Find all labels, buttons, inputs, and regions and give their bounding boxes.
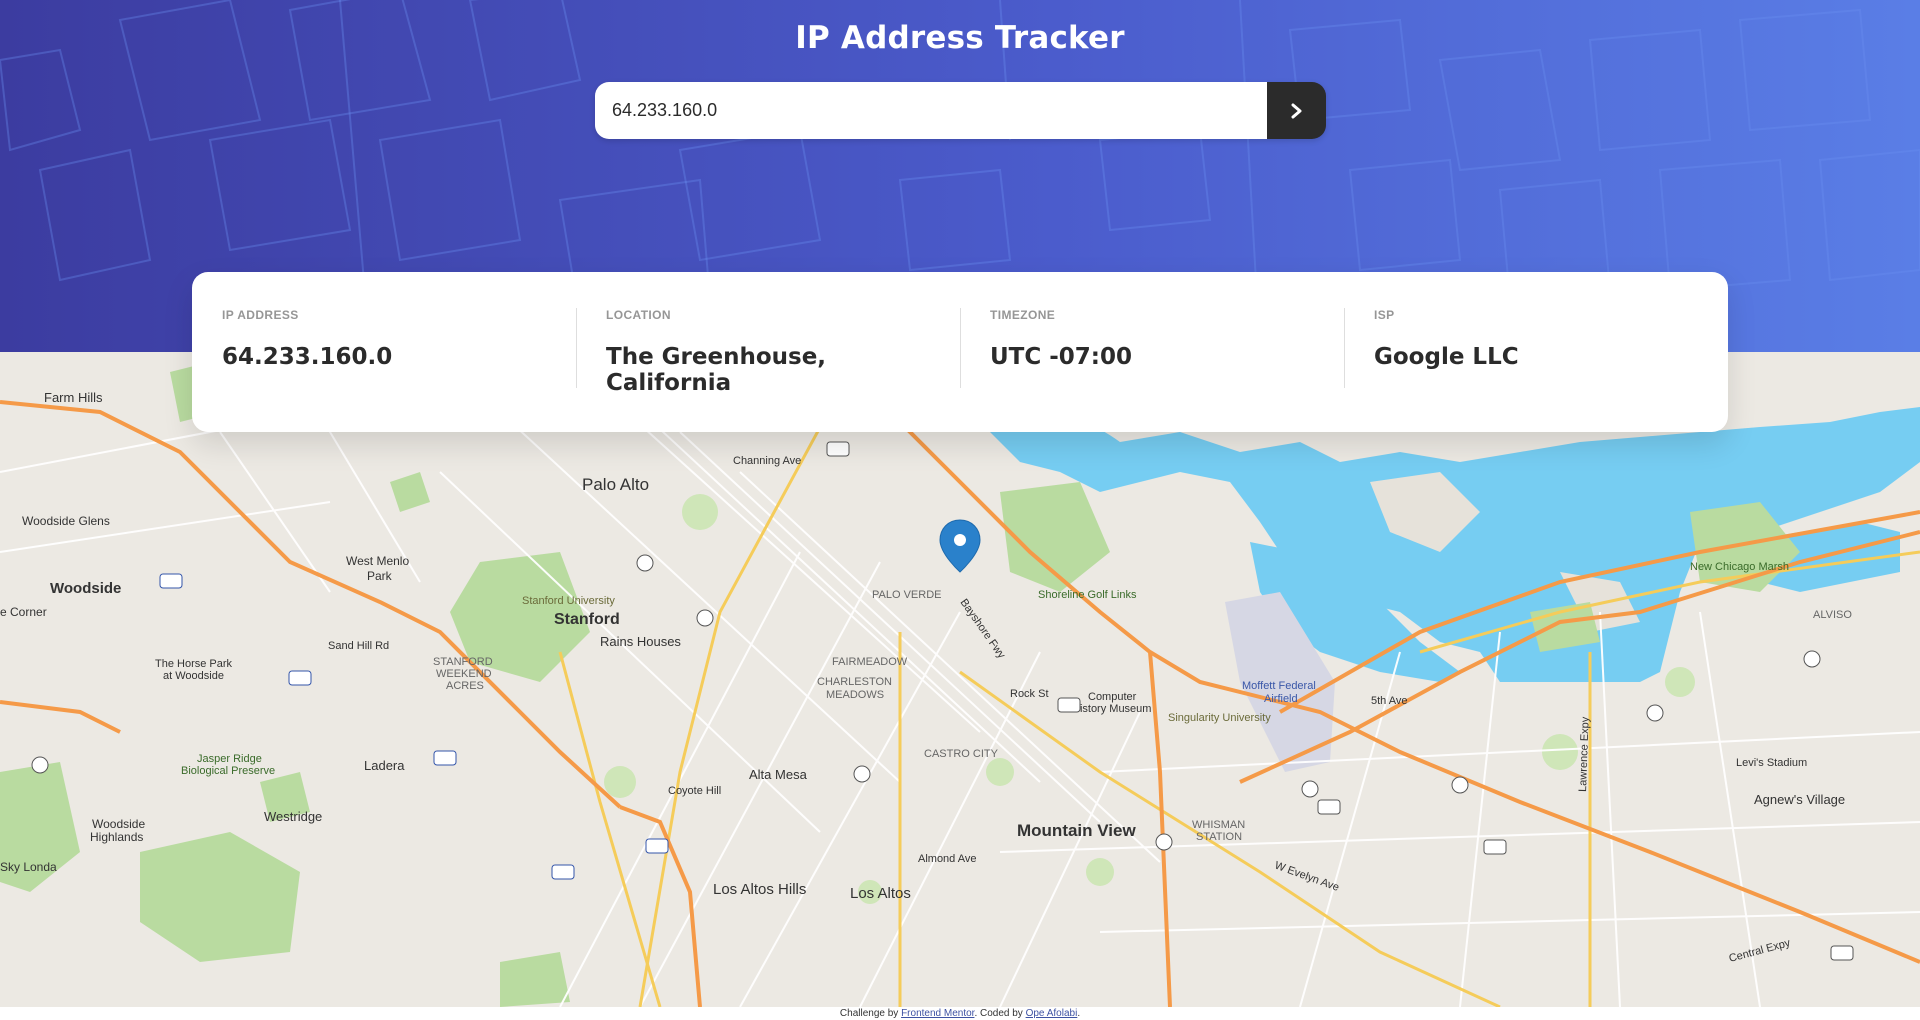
map-label: at Woodside bbox=[163, 670, 224, 682]
map-label: Alta Mesa bbox=[749, 767, 808, 782]
isp-cell: ISP Google LLC bbox=[1344, 308, 1728, 394]
map-label: CASTRO CITY bbox=[924, 748, 999, 760]
footer-middle: . Coded by bbox=[974, 1008, 1023, 1019]
map-label: The Horse Park bbox=[155, 658, 233, 670]
location-cell: LOCATION The Greenhouse, California bbox=[576, 308, 960, 396]
footer-suffix: . bbox=[1077, 1008, 1081, 1019]
ip-address-label: IP ADDRESS bbox=[222, 308, 299, 322]
map-label: MEADOWS bbox=[826, 689, 884, 701]
attribution-footer: Challenge by Frontend Mentor. Coded by O… bbox=[0, 1007, 1920, 1020]
map-label: Westridge bbox=[264, 809, 322, 824]
isp-value: Google LLC bbox=[1374, 344, 1519, 370]
map-label: Mountain View bbox=[1017, 821, 1136, 840]
location-value: The Greenhouse, California bbox=[606, 344, 827, 396]
author-link[interactable]: Ope Afolabi bbox=[1026, 1008, 1078, 1019]
map-label: Singularity University bbox=[1168, 712, 1271, 724]
map-label: Airfield bbox=[1264, 693, 1298, 705]
frontend-mentor-link[interactable]: Frontend Mentor bbox=[901, 1008, 974, 1019]
ip-address-cell: IP ADDRESS 64.233.160.0 bbox=[192, 308, 576, 394]
map-label: Los Altos Hills bbox=[713, 881, 806, 898]
ip-search-input[interactable] bbox=[595, 82, 1267, 139]
timezone-label: TIMEZONE bbox=[990, 308, 1056, 322]
map-label: Rains Houses bbox=[600, 634, 681, 649]
map-label: CHARLESTON bbox=[817, 676, 892, 688]
map-label: Agnew's Village bbox=[1754, 792, 1845, 807]
map-label: Levi's Stadium bbox=[1736, 757, 1807, 769]
map-label: Palo Alto bbox=[582, 475, 649, 494]
map-label: History Museum bbox=[1072, 703, 1151, 715]
map-label: Farm Hills bbox=[44, 390, 103, 405]
map-label: Sky Londa bbox=[0, 860, 57, 874]
map-label: Woodside Glens bbox=[22, 514, 110, 528]
map-label: Highlands bbox=[90, 830, 143, 844]
map-label: Jasper Ridge bbox=[197, 753, 262, 765]
map-label: Woodside bbox=[92, 817, 145, 831]
map-label: ACRES bbox=[446, 680, 484, 692]
map-label: Sand Hill Rd bbox=[328, 640, 389, 652]
map-label: Ladera bbox=[364, 758, 405, 773]
footer-prefix: Challenge by bbox=[839, 1008, 899, 1019]
map-view[interactable]: Farm Hills Palo Alto Channing Ave Woodsi… bbox=[0, 352, 1920, 1007]
chevron-right-icon bbox=[1291, 103, 1301, 118]
map-label: Coyote Hill bbox=[668, 785, 721, 797]
location-label: LOCATION bbox=[606, 308, 671, 322]
map-label: PALO VERDE bbox=[872, 589, 942, 601]
map-label: Los Altos bbox=[850, 885, 911, 902]
map-label: Rock St bbox=[1010, 688, 1049, 700]
map-label: New Chicago Marsh bbox=[1690, 561, 1789, 573]
map-label: Shoreline Golf Links bbox=[1038, 589, 1137, 601]
ip-info-card: IP ADDRESS 64.233.160.0 LOCATION The Gre… bbox=[192, 272, 1728, 432]
map-label: WEEKEND bbox=[436, 668, 492, 680]
map-label: Park bbox=[367, 569, 393, 583]
map-canvas[interactable]: Farm Hills Palo Alto Channing Ave Woodsi… bbox=[0, 352, 1920, 1007]
map-label: ALVISO bbox=[1813, 609, 1852, 621]
map-label: Computer bbox=[1088, 691, 1137, 703]
map-label: Moffett Federal bbox=[1242, 680, 1316, 692]
map-label: Biological Preserve bbox=[181, 765, 275, 777]
ip-search-form bbox=[595, 82, 1326, 139]
map-label: 5th Ave bbox=[1371, 695, 1408, 707]
map-label: e Corner bbox=[0, 605, 47, 619]
map-label: Channing Ave bbox=[733, 455, 801, 467]
map-label: Almond Ave bbox=[918, 853, 977, 865]
ip-address-value: 64.233.160.0 bbox=[222, 344, 393, 370]
map-label: West Menlo bbox=[346, 554, 409, 568]
map-label: STANFORD bbox=[433, 656, 493, 668]
timezone-value: UTC -07:00 bbox=[990, 344, 1133, 370]
map-label: Woodside bbox=[50, 580, 121, 597]
map-label: STATION bbox=[1196, 831, 1242, 843]
page-title: IP Address Tracker bbox=[795, 20, 1125, 56]
map-label: WHISMAN bbox=[1192, 819, 1245, 831]
map-label: Stanford University bbox=[522, 595, 615, 607]
map-label: FAIRMEADOW bbox=[832, 656, 908, 668]
map-label: Stanford bbox=[554, 611, 620, 628]
isp-label: ISP bbox=[1374, 308, 1395, 322]
timezone-cell: TIMEZONE UTC -07:00 bbox=[960, 308, 1344, 394]
search-submit-button[interactable] bbox=[1267, 82, 1326, 139]
